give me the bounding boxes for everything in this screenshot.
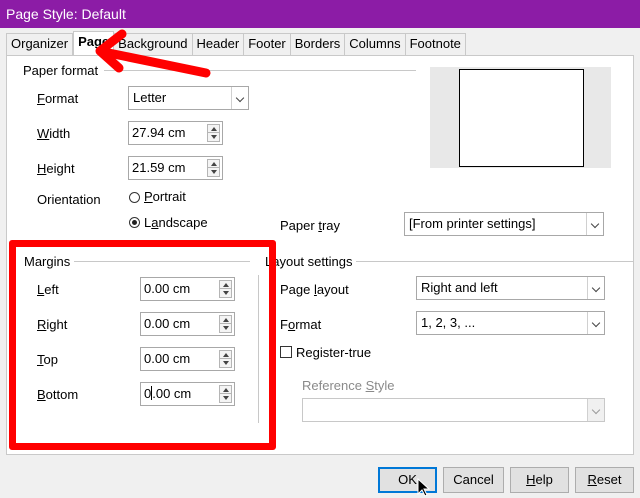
layout-settings-divider bbox=[356, 261, 634, 262]
page-layout-label: Page layout bbox=[280, 282, 349, 297]
cancel-button[interactable]: Cancel bbox=[443, 467, 504, 493]
register-true-label[interactable]: Register-true bbox=[296, 345, 371, 360]
right-spin-buttons[interactable] bbox=[219, 315, 232, 333]
reset-button[interactable]: Reset bbox=[575, 467, 634, 493]
numbering-format-dropdown[interactable]: 1, 2, 3, ... bbox=[416, 311, 605, 335]
chevron-down-icon bbox=[587, 399, 604, 421]
width-field[interactable]: 27.94 cm bbox=[128, 121, 223, 145]
height-field[interactable]: 21.59 cm bbox=[128, 156, 223, 180]
top-spin-buttons[interactable] bbox=[219, 350, 232, 368]
format-label: Format bbox=[37, 91, 79, 106]
top-margin-value: 0.00 cm bbox=[144, 351, 191, 366]
width-value: 27.94 cm bbox=[132, 125, 186, 140]
width-label: Width bbox=[37, 126, 71, 141]
portrait-radio[interactable] bbox=[129, 192, 140, 203]
right-margin-field[interactable]: 0.00 cm bbox=[140, 312, 235, 336]
tab-header[interactable]: Header bbox=[192, 33, 245, 55]
paper-format-title: Paper format bbox=[23, 63, 99, 78]
bottom-margin-field[interactable]: 0.00 cm bbox=[140, 382, 235, 406]
right-margin-label: Right bbox=[37, 317, 68, 332]
reference-style-dropdown bbox=[302, 398, 605, 422]
height-value: 21.59 cm bbox=[132, 160, 186, 175]
page-layout-dropdown[interactable]: Right and left bbox=[416, 276, 605, 300]
bottom-margin-value: 0.00 cm bbox=[144, 386, 192, 401]
left-margin-label: Left bbox=[37, 282, 59, 297]
margins-divider bbox=[74, 261, 250, 262]
left-margin-field[interactable]: 0.00 cm bbox=[140, 277, 235, 301]
paper-format-divider bbox=[104, 70, 416, 71]
height-label: Height bbox=[37, 161, 75, 176]
tab-columns[interactable]: Columns bbox=[345, 33, 406, 55]
left-spin-buttons[interactable] bbox=[219, 280, 232, 298]
left-margin-value: 0.00 cm bbox=[144, 281, 191, 296]
page-preview bbox=[459, 69, 584, 167]
page-layout-value: Right and left bbox=[421, 280, 498, 295]
tab-footnote[interactable]: Footnote bbox=[405, 33, 466, 55]
bottom-margin-label: Bottom bbox=[37, 387, 79, 402]
numbering-format-value: 1, 2, 3, ... bbox=[421, 315, 476, 330]
tab-organizer[interactable]: Organizer bbox=[6, 33, 74, 55]
orientation-label: Orientation bbox=[37, 192, 101, 207]
tab-bar: Organizer Page Background Header Footer … bbox=[6, 31, 466, 55]
chevron-down-icon[interactable] bbox=[587, 312, 604, 334]
help-button[interactable]: Help bbox=[510, 467, 569, 493]
top-margin-label: Top bbox=[37, 352, 58, 367]
width-spin-buttons[interactable] bbox=[207, 124, 220, 142]
top-margin-field[interactable]: 0.00 cm bbox=[140, 347, 235, 371]
format-value: Letter bbox=[133, 90, 167, 105]
format-dropdown[interactable]: Letter bbox=[128, 86, 249, 110]
right-margin-value: 0.00 cm bbox=[144, 316, 191, 331]
paper-tray-dropdown[interactable]: [From printer settings] bbox=[404, 212, 604, 236]
landscape-radio[interactable] bbox=[129, 217, 140, 228]
layout-settings-title: Layout settings bbox=[265, 254, 353, 269]
tab-background[interactable]: Background bbox=[114, 33, 193, 55]
margins-title: Margins bbox=[24, 254, 71, 269]
height-spin-buttons[interactable] bbox=[207, 159, 220, 177]
tab-borders[interactable]: Borders bbox=[290, 33, 346, 55]
landscape-label[interactable]: Landscape bbox=[144, 215, 208, 230]
bottom-spin-buttons[interactable] bbox=[219, 385, 232, 403]
chevron-down-icon[interactable] bbox=[586, 213, 603, 235]
reference-style-label: Reference Style bbox=[302, 378, 395, 393]
window-title: Page Style: Default bbox=[6, 6, 126, 22]
paper-tray-label: Paper tray bbox=[280, 218, 340, 233]
tab-footer[interactable]: Footer bbox=[244, 33, 291, 55]
paper-tray-value: [From printer settings] bbox=[409, 216, 536, 231]
numbering-format-label: Format bbox=[280, 317, 322, 332]
register-true-checkbox[interactable] bbox=[280, 346, 292, 358]
tab-page[interactable]: Page bbox=[73, 31, 115, 55]
margins-separator bbox=[258, 275, 259, 423]
chevron-down-icon[interactable] bbox=[587, 277, 604, 299]
ok-button[interactable]: OK bbox=[378, 467, 437, 493]
chevron-down-icon[interactable] bbox=[231, 87, 248, 109]
portrait-label[interactable]: Portrait bbox=[144, 189, 186, 204]
title-bar: Page Style: Default bbox=[0, 0, 640, 28]
